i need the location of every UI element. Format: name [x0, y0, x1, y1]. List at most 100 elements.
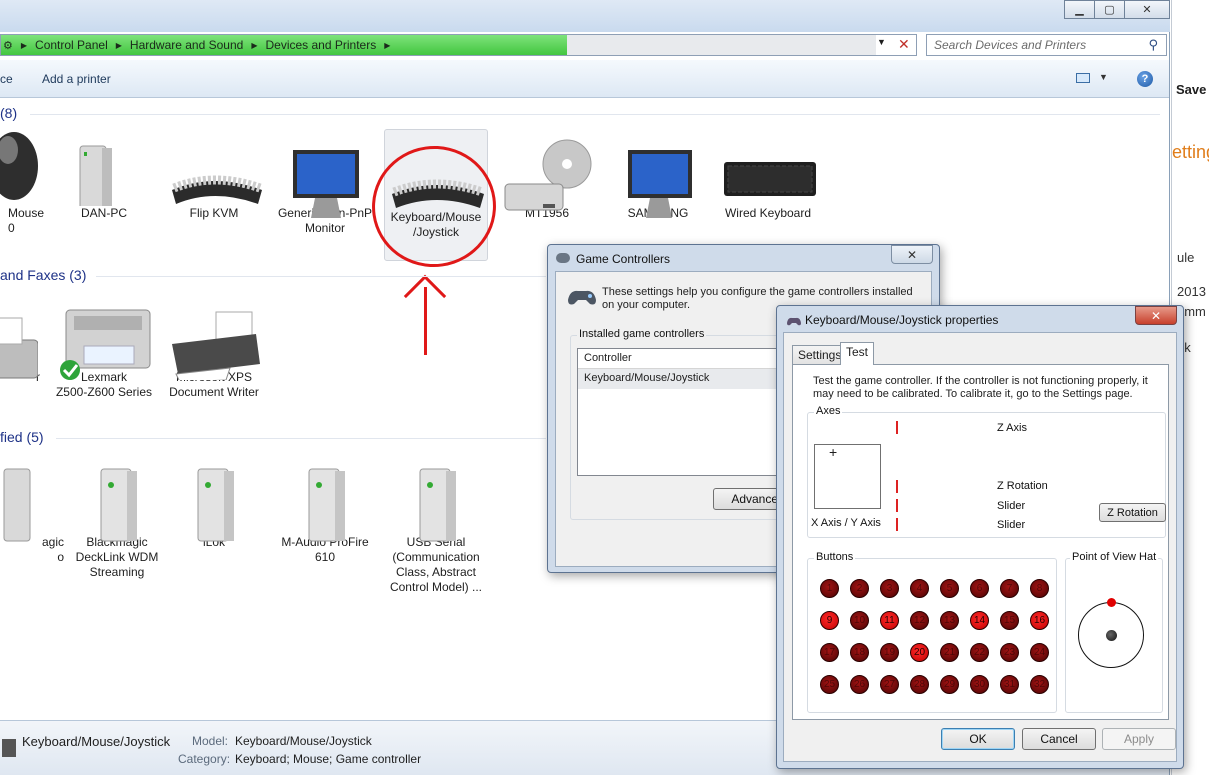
chevron-right-icon[interactable]: ▶ — [384, 41, 390, 50]
slider1-indicator — [896, 499, 898, 512]
maximize-button[interactable]: ▢ — [1094, 0, 1125, 19]
group-label: Point of View Hat — [1070, 551, 1159, 563]
stop-icon[interactable]: ✕ — [898, 36, 910, 53]
device-dan-pc[interactable]: DAN-PC — [52, 126, 156, 221]
ok-button[interactable]: OK — [941, 728, 1015, 750]
unspecified-usb-serial[interactable]: USB Serial (Communication Class, Abstrac… — [384, 455, 488, 595]
joystick-button-number: 31 — [1003, 679, 1016, 690]
close-button[interactable]: ✕ — [1135, 306, 1177, 325]
printer-microsoft-xps[interactable]: Microsoft XPS Document Writer — [162, 290, 266, 400]
section-printers-header[interactable]: and Faxes (3) — [0, 267, 86, 283]
search-box[interactable]: Search Devices and Printers ⚲ — [926, 34, 1167, 56]
joystick-button-number: 10 — [853, 615, 866, 626]
device-generic-monitor[interactable]: Generic Non-PnP Monitor — [273, 126, 377, 236]
xy-crosshair-icon: + — [829, 444, 838, 460]
gamepad-icon — [568, 290, 596, 305]
generic-device-icon — [166, 455, 262, 542]
joystick-button-23: 23 — [1000, 643, 1019, 662]
joystick-button-22: 22 — [970, 643, 989, 662]
joystick-button-9: 9 — [820, 611, 839, 630]
apply-button[interactable]: Apply — [1102, 728, 1176, 750]
tab-test[interactable]: Test — [840, 342, 875, 365]
joystick-button-number: 27 — [883, 679, 896, 690]
joystick-button-21: 21 — [940, 643, 959, 662]
joystick-button-6: 6 — [970, 579, 989, 598]
generic-device-icon — [69, 455, 165, 542]
printer-fax[interactable]: r — [0, 290, 42, 385]
device-label: DAN-PC — [80, 206, 127, 220]
joystick-button-number: 12 — [913, 615, 926, 626]
close-button[interactable]: ✕ — [1124, 0, 1170, 19]
save-button[interactable]: Save — [1176, 82, 1206, 97]
partial-text: 2013 — [1177, 284, 1206, 299]
joystick-button-30: 30 — [970, 675, 989, 694]
joystick-button-5: 5 — [940, 579, 959, 598]
search-icon[interactable]: ⚲ — [1148, 37, 1158, 53]
joystick-button-number: 26 — [853, 679, 866, 690]
change-view-icon[interactable] — [1076, 73, 1090, 83]
joystick-button-14: 14 — [970, 611, 989, 630]
joystick-button-number: 28 — [913, 679, 926, 690]
breadcrumb-devices-and-printers[interactable]: Devices and Printers — [265, 38, 376, 52]
add-device-button[interactable]: ce — [0, 72, 13, 86]
buttons-group: Buttons 1 2 3 4 5 6 7 8 9 10 11 12 13 14 15 16 17 18 19 20 2… — [807, 551, 1057, 713]
fax-icon — [0, 290, 39, 379]
chevron-right-icon: ▶ — [115, 40, 122, 50]
joystick-button-12: 12 — [910, 611, 929, 630]
joystick-button-31: 31 — [1000, 675, 1019, 694]
minimize-button[interactable]: ▁ — [1064, 0, 1095, 19]
device-flip-kvm[interactable]: Flip KVM — [162, 126, 266, 221]
address-bar[interactable]: ⚙ ▶ Control Panel ▶ Hardware and Sound ▶… — [0, 34, 917, 56]
help-icon[interactable]: ? — [1137, 71, 1153, 87]
joystick-button-15: 15 — [1000, 611, 1019, 630]
keyboard-icon — [720, 126, 816, 206]
joystick-button-number: 23 — [1003, 647, 1016, 658]
joystick-button-number: 1 — [826, 583, 833, 594]
joystick-button-29: 29 — [940, 675, 959, 694]
unspecified-blackmagic-audio[interactable]: agic o — [0, 455, 64, 565]
group-label: Axes — [814, 405, 843, 417]
add-printer-button[interactable]: Add a printer — [42, 72, 111, 86]
joystick-button-number: 14 — [973, 615, 986, 626]
view-dropdown-icon[interactable]: ▼ — [1099, 72, 1108, 82]
device-mt1956[interactable]: MT1956 — [495, 126, 599, 221]
joystick-button-number: 4 — [916, 583, 923, 594]
joystick-button-number: 13 — [943, 615, 956, 626]
joystick-button-3: 3 — [880, 579, 899, 598]
joystick-button-number: 2 — [856, 583, 863, 594]
address-remainder — [567, 35, 876, 55]
details-device-name: Keyboard/Mouse/Joystick — [22, 734, 171, 749]
group-label: Buttons — [814, 551, 856, 563]
z-rotation-indicator — [896, 480, 898, 493]
joystick-properties-dialog: Keyboard/Mouse/Joystick properties ✕ Set… — [776, 305, 1184, 769]
joystick-button-18: 18 — [850, 643, 869, 662]
joystick-button-number: 18 — [853, 647, 866, 658]
device-label: Wired Keyboard — [724, 206, 812, 220]
joystick-button-number: 3 — [886, 583, 893, 594]
unspecified-ilok[interactable]: iLok — [162, 455, 266, 550]
joystick-button-number: 17 — [823, 647, 836, 658]
z-axis-indicator — [896, 421, 898, 434]
joystick-button-number: 9 — [826, 615, 833, 626]
test-instructions: Test the game controller. If the control… — [813, 375, 1148, 400]
cancel-button[interactable]: Cancel — [1022, 728, 1096, 750]
chevron-right-icon: ▶ — [20, 40, 28, 50]
printer-lexmark[interactable]: Lexmark Z500-Z600 Series — [52, 290, 156, 400]
unspecified-blackmagic-decklink[interactable]: Blackmagic DeckLink WDM Streaming — [65, 455, 169, 580]
section-devices-header[interactable]: (8) — [0, 105, 17, 121]
unspecified-m-audio-profire[interactable]: M-Audio ProFire 610 — [273, 455, 377, 565]
address-dropdown-icon[interactable]: ▼ — [877, 37, 886, 47]
device-wired-keyboard[interactable]: Wired Keyboard — [716, 126, 820, 221]
device-samsung[interactable]: SAMSUNG — [606, 126, 710, 221]
z-rotation-button[interactable]: Z Rotation — [1099, 503, 1166, 522]
breadcrumb-hardware-and-sound[interactable]: Hardware and Sound — [130, 38, 243, 52]
chevron-right-icon: ▶ — [251, 40, 258, 50]
slider1-label: Slider — [997, 500, 1026, 512]
joystick-button-7: 7 — [1000, 579, 1019, 598]
breadcrumb-control-panel[interactable]: Control Panel — [35, 38, 108, 52]
dialog-body: Settings Test Test the game controller. … — [783, 332, 1177, 762]
close-button[interactable]: ✕ — [891, 245, 933, 264]
window-controls: ▁ ▢ ✕ — [1064, 0, 1170, 19]
joystick-button-number: 22 — [973, 647, 986, 658]
section-unspecified-header[interactable]: fied (5) — [0, 429, 44, 445]
